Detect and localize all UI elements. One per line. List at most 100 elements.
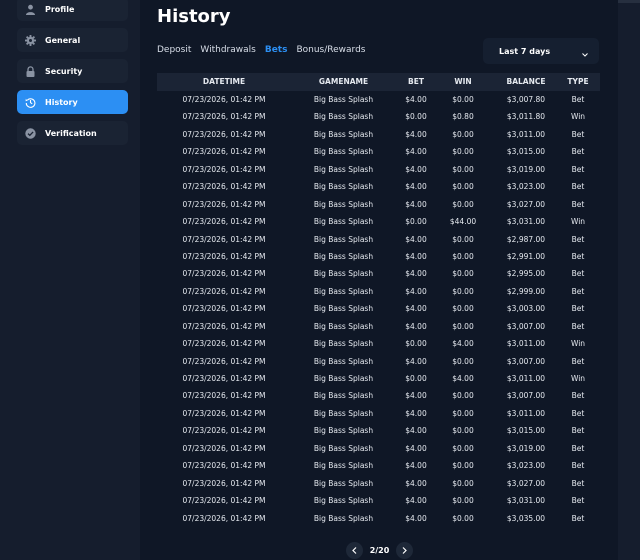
cell-type: Bet — [571, 461, 585, 471]
sidebar-item-label: Security — [45, 66, 83, 76]
column-header-bet[interactable]: BET — [400, 73, 432, 91]
cell-bet: $4.00 — [405, 321, 427, 331]
cell-bet: $4.00 — [405, 286, 427, 296]
cell-datetime: 07/23/2026, 01:42 PM — [182, 182, 266, 192]
cell-win: $0.00 — [452, 95, 474, 104]
cell-bet: $4.00 — [405, 391, 427, 401]
bets-table: 07/23/2026, 01:42 PM Big Bass Splash $4.00… — [157, 91, 600, 527]
sidebar-item-general[interactable]: General — [17, 28, 128, 52]
cell-gamename: Big Bass Splash — [313, 304, 374, 314]
cell-win: $4.00 — [452, 374, 474, 383]
next-page-button[interactable] — [396, 541, 413, 559]
cell-balance: $3,015.00 — [506, 147, 546, 157]
cell-datetime: 07/23/2026, 01:42 PM — [182, 164, 266, 174]
cell-datetime: 07/23/2026, 01:42 PM — [182, 443, 266, 453]
tab-deposit[interactable]: Deposit — [157, 45, 191, 55]
cell-datetime: 07/23/2026, 01:42 PM — [182, 269, 266, 279]
column-header-datetime[interactable]: DATETIME — [168, 73, 280, 91]
column-header-win[interactable]: WIN — [446, 73, 480, 91]
cell-balance: $3,019.00 — [506, 164, 546, 174]
cell-win: $0.80 — [452, 112, 474, 122]
page-indicator: 2/20 — [369, 545, 390, 555]
gear-icon — [25, 34, 36, 46]
cell-bet: $4.00 — [405, 199, 427, 209]
table-row: 07/23/2026, 01:42 PM Big Bass Splash $4.00… — [157, 231, 600, 248]
table-row: 07/23/2026, 01:42 PM Big Bass Splash $0.00… — [157, 335, 600, 352]
cell-win: $0.00 — [452, 496, 474, 506]
cell-gamename: Big Bass Splash — [313, 95, 374, 104]
cell-type: Bet — [571, 269, 585, 279]
cell-balance: $3,019.00 — [506, 443, 546, 453]
cell-win: $0.00 — [452, 269, 474, 279]
sidebar: Profile General Security History Verific… — [0, 0, 140, 560]
cell-gamename: Big Bass Splash — [313, 461, 374, 471]
table-row: 07/23/2026, 01:42 PM Big Bass Splash $4.00… — [157, 475, 600, 492]
cell-datetime: 07/23/2026, 01:42 PM — [182, 339, 266, 349]
table-row: 07/23/2026, 01:42 PM Big Bass Splash $0.00… — [157, 370, 600, 387]
cell-balance: $3,023.00 — [506, 182, 546, 192]
cell-type: Win — [570, 374, 586, 383]
cell-type: Bet — [571, 443, 585, 453]
cell-gamename: Big Bass Splash — [313, 443, 374, 453]
cell-datetime: 07/23/2026, 01:42 PM — [182, 234, 266, 244]
cell-win: $0.00 — [452, 286, 474, 296]
cell-gamename: Big Bass Splash — [313, 164, 374, 174]
date-range-select[interactable]: Last 7 days — [483, 38, 599, 64]
cell-datetime: 07/23/2026, 01:42 PM — [182, 286, 266, 296]
cell-bet: $0.00 — [405, 374, 427, 383]
chevron-left-icon — [352, 546, 357, 554]
table-row: 07/23/2026, 01:42 PM Big Bass Splash $4.00… — [157, 457, 600, 474]
sidebar-item-verification[interactable]: Verification — [17, 121, 128, 145]
chevron-right-icon — [402, 546, 407, 554]
sidebar-item-label: General — [45, 35, 81, 45]
column-header-type[interactable]: TYPE — [562, 73, 594, 91]
sidebar-item-history[interactable]: History — [17, 90, 128, 114]
table-row: 07/23/2026, 01:42 PM Big Bass Splash $4.00… — [157, 440, 600, 457]
table-row: 07/23/2026, 01:42 PM Big Bass Splash $4.00… — [157, 91, 600, 108]
cell-win: $0.00 — [452, 129, 474, 139]
cell-type: Bet — [571, 129, 585, 139]
cell-balance: $3,027.00 — [506, 478, 546, 488]
tab-bets[interactable]: Bets — [265, 45, 288, 55]
cell-balance: $2,991.00 — [506, 251, 546, 261]
cell-balance: $2,995.00 — [506, 269, 546, 279]
cell-bet: $0.00 — [405, 217, 427, 227]
cell-type: Bet — [571, 251, 585, 261]
sidebar-item-security[interactable]: Security — [17, 59, 128, 83]
cell-win: $0.00 — [452, 199, 474, 209]
cell-gamename: Big Bass Splash — [313, 269, 374, 279]
cell-gamename: Big Bass Splash — [313, 112, 374, 122]
cell-balance: $3,023.00 — [506, 461, 546, 471]
cell-gamename: Big Bass Splash — [313, 513, 374, 523]
cell-gamename: Big Bass Splash — [313, 356, 374, 366]
cell-type: Bet — [571, 164, 585, 174]
cell-win: $0.00 — [452, 164, 474, 174]
tab-bonus-rewards[interactable]: Bonus/Rewards — [296, 45, 365, 55]
cell-balance: $3,011.80 — [506, 112, 546, 122]
table-row: 07/23/2026, 01:42 PM Big Bass Splash $4.00… — [157, 248, 600, 265]
cell-bet: $4.00 — [405, 164, 427, 174]
cell-win: $0.00 — [452, 391, 474, 401]
table-row: 07/23/2026, 01:42 PM Big Bass Splash $4.00… — [157, 422, 600, 439]
tab-withdrawals[interactable]: Withdrawals — [200, 45, 255, 55]
cell-type: Bet — [571, 408, 585, 418]
column-header-balance[interactable]: BALANCE — [497, 73, 555, 91]
cell-bet: $4.00 — [405, 147, 427, 157]
sidebar-item-label: Profile — [45, 4, 75, 14]
column-header-gamename[interactable]: GAMENAME — [290, 73, 397, 91]
cell-win: $0.00 — [452, 251, 474, 261]
cell-datetime: 07/23/2026, 01:42 PM — [182, 112, 266, 122]
cell-type: Bet — [571, 356, 585, 366]
cell-bet: $4.00 — [405, 461, 427, 471]
cell-bet: $4.00 — [405, 269, 427, 279]
cell-win: $0.00 — [452, 478, 474, 488]
sidebar-item-profile[interactable]: Profile — [17, 0, 128, 21]
cell-balance: $3,007.80 — [506, 95, 546, 104]
cell-gamename: Big Bass Splash — [313, 147, 374, 157]
cell-datetime: 07/23/2026, 01:42 PM — [182, 426, 266, 436]
prev-page-button[interactable] — [346, 541, 363, 559]
cell-type: Bet — [571, 304, 585, 314]
table-row: 07/23/2026, 01:42 PM Big Bass Splash $4.00… — [157, 510, 600, 527]
history-icon — [25, 97, 36, 108]
cell-gamename: Big Bass Splash — [313, 426, 374, 436]
